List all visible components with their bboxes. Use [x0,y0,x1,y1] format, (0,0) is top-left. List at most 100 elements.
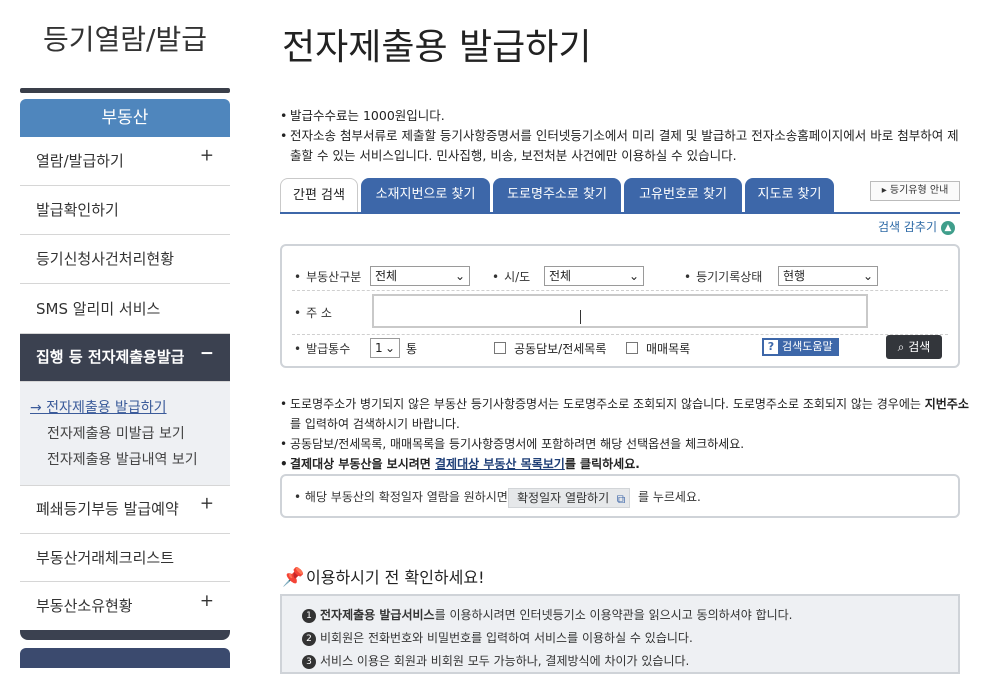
page-title: 전자제출용 발급하기 [282,27,592,68]
sidebar-item-label: 등기신청사건처리현황 [36,250,175,268]
chevron-down-icon: ⌄ [384,341,395,355]
search-button-label: 검색 [908,340,931,354]
expand-plus-icon[interactable]: + [200,480,214,529]
sidebar-item-closed-registry[interactable]: 폐쇄등기부등 발급예약 + [20,485,230,534]
copy-count-select[interactable]: 1 ⌄ [370,338,400,358]
tab-lot-number[interactable]: 소재지번으로 찾기 [361,178,490,214]
confirm-item-bold: 전자제출용 발급서비스 [320,608,435,622]
note-text: 결제대상 부동산을 보시려면 [290,457,436,471]
submenu-item-unissued[interactable]: 전자제출용 미발급 보기 [47,423,185,443]
sidebar-item-label: SMS 알리미 서비스 [36,300,161,318]
confirm-item: 3 서비스 이용은 회원과 비회원 모두 가능하나, 결제방식에 차이가 있습니다… [302,652,689,669]
submenu-item-history[interactable]: 전자제출용 발급내역 보기 [47,449,198,469]
confirm-title-text: 이용하시기 전 확인하세요! [306,568,485,587]
search-notes: 도로명주소가 병기되지 않은 부동산 등기사항증명서는 도로명주소로 조회되지 … [280,394,970,474]
fixed-date-view-button[interactable]: 확정일자 열람하기 ⧉ [508,488,631,508]
property-type-value: 전체 [375,269,398,283]
sidebar-item-sms[interactable]: SMS 알리미 서비스 [20,284,230,334]
registry-type-guide-button[interactable]: ▸ 등기유형 안내 [870,181,960,201]
property-type-select[interactable]: 전체 ⌄ [370,266,470,286]
copy-count-unit: 통 [406,342,418,356]
sidebar-category[interactable]: 부동산 [20,99,230,137]
info-text: 해당 부동산의 확정일자 열람을 원하시면 [304,490,508,504]
sidebar-item-label: 발급확인하기 [36,201,119,219]
confirm-item-text: 비회원은 전화번호와 비밀번호를 입력하여 서비스를 이용하실 수 있습니다. [320,631,693,645]
region-value: 전체 [549,269,572,283]
joint-collateral-label: 공동담보/전세목록 [514,342,607,356]
confirm-box: 1 전자제출용 발급서비스를 이용하시려면 인터넷등기소 이용약관을 읽으시고 동… [280,594,960,674]
note-road-address: 도로명주소가 병기되지 않은 부동산 등기사항증명서는 도로명주소로 조회되지 … [280,394,970,434]
number-badge-icon: 3 [302,654,316,669]
sidebar-submenu: → 전자제출용 발급하기 전자제출용 미발급 보기 전자제출용 발급내역 보기 [20,382,230,486]
tab-underline [280,212,960,214]
confirm-item: 2 비회원은 전화번호와 비밀번호를 입력하여 서비스를 이용하실 수 있습니다. [302,629,693,646]
record-status-select[interactable]: 현행 ⌄ [778,266,878,286]
note-text: 를 입력하여 검색하시기 바랍니다. [290,417,460,431]
notice-fee: 발급수수료는 1000원입니다. [280,106,970,126]
tab-simple-search[interactable]: 간편 검색 [280,178,358,214]
fixed-date-button-label: 확정일자 열람하기 [517,491,610,505]
info-tail: 를 누르세요. [638,490,701,504]
notice-description: 전자소송 첨부서류로 제출할 등기사항증명서를 인터넷등기소에서 미리 결제 및… [280,126,970,166]
hide-search-link[interactable]: 검색 감추기 ▲ [878,218,956,235]
sidebar-item-ownership[interactable]: 부동산소유현황 + [20,582,230,630]
text-cursor [580,310,581,324]
chevron-down-icon: ⌄ [454,269,465,283]
collapse-minus-icon[interactable]: − [200,330,214,376]
number-badge-icon: 2 [302,631,316,646]
address-input[interactable] [372,294,868,328]
sidebar-item-label: 집행 등 전자제출용발급 [36,348,185,366]
confirm-item-text: 서비스 이용은 회원과 비회원 모두 가능하나, 결제방식에 차이가 있습니다. [320,654,690,668]
tab-road-address[interactable]: 도로명주소로 찾기 [493,178,621,214]
expand-plus-icon[interactable]: + [200,132,214,181]
chevron-down-icon: ⌄ [628,269,639,283]
notice-list: 발급수수료는 1000원입니다. 전자소송 첨부서류로 제출할 등기사항증명서를… [280,106,970,166]
divider [292,290,948,291]
sidebar-item-label: 폐쇄등기부등 발급예약 [36,500,179,518]
record-status-value: 현행 [783,269,806,283]
copy-count-value: 1 [375,341,383,355]
question-icon: ? [764,340,778,354]
payment-list-link[interactable]: 결제대상 부동산 목록보기 [435,457,565,471]
sidebar-title: 등기열람/발급 [43,23,207,56]
note-payment-list: 결제대상 부동산을 보시려면 결제대상 부동산 목록보기를 클릭하세요. [280,454,970,474]
sidebar-item-electronic-submission[interactable]: 집행 등 전자제출용발급 − [20,334,230,382]
search-icon: ⌕ [897,340,905,354]
search-help-label: 검색도움말 [782,340,833,353]
record-status-label: 등기기록상태 [684,268,762,285]
sidebar: 등기열람/발급 부동산 열람/발급하기 + 발급확인하기 등기신청사건처리현황 … [20,0,230,668]
copy-count-label: 발급통수 [294,340,350,357]
note-text: 를 클릭하세요. [564,457,640,471]
confirm-item-text: 를 이용하시려면 인터넷등기소 이용약관을 읽으시고 동의하셔야 합니다. [434,608,793,622]
chevron-down-icon: ⌄ [862,269,873,283]
search-button[interactable]: ⌕ 검색 [886,335,942,359]
sales-list-label: 매매목록 [646,342,691,356]
sales-list-checkbox[interactable] [626,342,638,354]
fixed-date-info: • 해당 부동산의 확정일자 열람을 원하시면 확정일자 열람하기 ⧉ 를 누르… [280,474,960,518]
note-strong: 지번주소 [924,397,969,411]
chevron-up-icon: ▲ [941,220,956,235]
sidebar-item-view-issue[interactable]: 열람/발급하기 + [20,137,230,186]
expand-plus-icon[interactable]: + [200,577,214,625]
sidebar-divider [20,88,230,93]
region-select[interactable]: 전체 ⌄ [544,266,644,286]
property-type-label: 부동산구분 [294,268,361,285]
confirm-item: 1 전자제출용 발급서비스를 이용하시려면 인터넷등기소 이용약관을 읽으시고 동… [302,606,793,623]
divider [292,334,948,335]
submenu-item-issue[interactable]: → 전자제출용 발급하기 [30,397,167,417]
info-bullet-text: • 해당 부동산의 확정일자 열람을 원하시면 [294,490,508,504]
note-options: 공동담보/전세목록, 매매목록을 등기사항증명서에 포함하려면 해당 선택옵션을… [280,434,970,454]
sidebar-next-section [20,648,230,668]
sidebar-item-issue-check[interactable]: 발급확인하기 [20,186,230,235]
sidebar-item-case-status[interactable]: 등기신청사건처리현황 [20,235,230,284]
search-help-button[interactable]: ? 검색도움말 [762,338,839,356]
joint-collateral-checkbox[interactable] [494,342,506,354]
number-badge-icon: 1 [302,608,316,623]
confirm-heading: 📌이용하시기 전 확인하세요! [282,564,485,588]
sidebar-item-label: 부동산소유현황 [36,597,133,615]
sidebar-item-checklist[interactable]: 부동산거래체크리스트 [20,534,230,582]
sidebar-footer-bar [20,630,230,640]
external-link-icon: ⧉ [616,492,626,506]
tab-map[interactable]: 지도로 찾기 [745,178,834,214]
tab-unique-number[interactable]: 고유번호로 찾기 [624,178,742,214]
